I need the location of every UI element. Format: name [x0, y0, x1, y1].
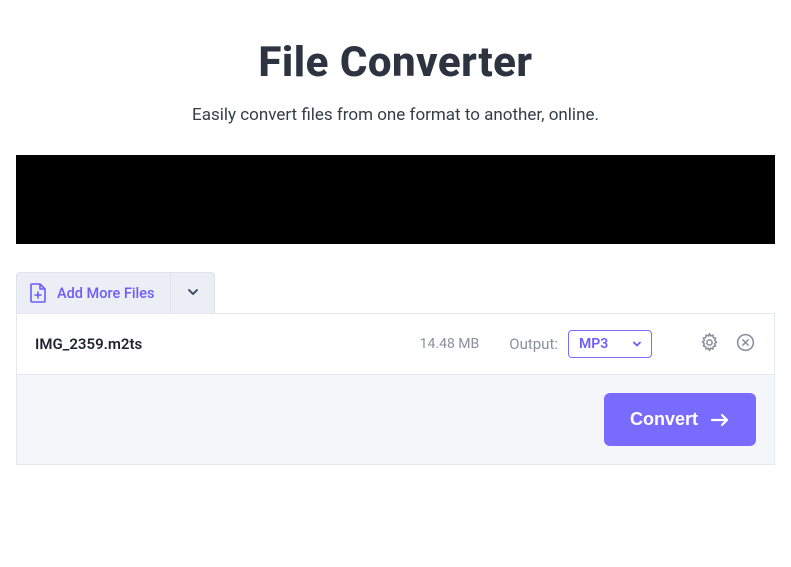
row-actions	[698, 333, 756, 355]
output-format-value: MP3	[579, 336, 608, 352]
toolbar: Add More Files	[16, 272, 215, 313]
page-title: File Converter	[16, 38, 775, 87]
convert-button[interactable]: Convert	[604, 393, 756, 446]
file-add-icon	[29, 283, 47, 303]
add-more-files-button[interactable]: Add More Files	[17, 273, 170, 313]
chevron-down-icon	[631, 338, 643, 350]
ad-banner	[16, 155, 775, 244]
convert-button-label: Convert	[630, 409, 698, 430]
file-size: 14.48 MB	[420, 336, 480, 352]
chevron-down-icon	[186, 284, 200, 303]
page-subtitle: Easily convert files from one format to …	[16, 105, 775, 125]
converter-panel: Add More Files IMG_2359.m2ts 14.48 MB Ou…	[16, 272, 775, 465]
settings-button[interactable]	[698, 333, 720, 355]
footer-bar: Convert	[16, 375, 775, 465]
gear-icon	[699, 332, 720, 357]
output-label: Output:	[509, 335, 558, 353]
arrow-right-icon	[710, 412, 730, 428]
remove-file-button[interactable]	[734, 333, 756, 355]
close-circle-icon	[735, 332, 756, 357]
file-row: IMG_2359.m2ts 14.48 MB Output: MP3	[16, 313, 775, 375]
output-format-select[interactable]: MP3	[568, 330, 652, 358]
file-name: IMG_2359.m2ts	[35, 335, 142, 353]
add-more-files-label: Add More Files	[57, 285, 154, 302]
add-more-dropdown-button[interactable]	[170, 273, 214, 313]
